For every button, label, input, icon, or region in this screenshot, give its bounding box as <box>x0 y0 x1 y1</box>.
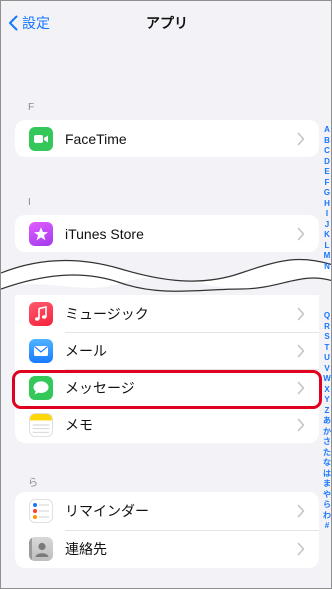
section-header-f: F <box>28 102 35 113</box>
app-row-label: メモ <box>65 416 93 433</box>
app-settings-screen: 設定 アプリ F FaceTime I iTunes Store ミュージック … <box>0 0 332 589</box>
index-letter[interactable]: Q <box>324 311 330 322</box>
section-header-ra: ら <box>28 478 39 489</box>
index-letter[interactable]: た <box>323 448 331 459</box>
index-letter[interactable]: H <box>324 199 330 210</box>
index-letter[interactable]: ま <box>323 479 331 490</box>
index-letter[interactable]: X <box>324 385 329 396</box>
app-row-facetime[interactable]: FaceTime <box>15 120 319 157</box>
index-letter[interactable]: あ <box>323 416 331 427</box>
section-index-bottom[interactable]: Q R S T U V W X Y Z あかさたなはまやらわ # <box>321 311 331 532</box>
app-row-notes[interactable]: メモ <box>15 406 319 443</box>
chevron-right-icon <box>297 307 305 320</box>
contacts-icon <box>29 537 53 561</box>
app-row-reminders[interactable]: リマインダー <box>15 492 319 530</box>
app-row-label: リマインダー <box>65 503 149 519</box>
app-row-label: メール <box>65 342 107 359</box>
app-row-mail[interactable]: メール <box>15 332 319 369</box>
section-index-top[interactable]: ABCDEFGHIJKLMN <box>321 125 331 273</box>
section-card-i: iTunes Store <box>15 215 319 252</box>
index-letter[interactable]: は <box>323 469 331 480</box>
index-letter[interactable]: R <box>324 322 330 333</box>
index-letter[interactable]: S <box>324 332 329 343</box>
index-letter[interactable]: Z <box>325 406 330 417</box>
index-letter[interactable]: U <box>324 353 330 364</box>
index-letter[interactable]: さ <box>323 437 331 448</box>
navigation-bar: 設定 アプリ <box>1 1 331 45</box>
section-header-i: I <box>28 197 32 208</box>
section-card-ra: リマインダー 連絡先 <box>15 492 319 568</box>
chevron-right-icon <box>297 504 305 518</box>
app-row-messages[interactable]: メッセージ <box>15 369 319 406</box>
index-letter[interactable]: ら <box>323 500 331 511</box>
music-icon <box>29 301 53 326</box>
app-row-music[interactable]: ミュージック <box>15 295 319 332</box>
index-letter[interactable]: I <box>326 209 328 220</box>
app-row-itunes-store[interactable]: iTunes Store <box>15 215 319 252</box>
index-letter[interactable]: J <box>325 220 329 231</box>
index-letter[interactable]: G <box>324 188 330 199</box>
app-row-label: 連絡先 <box>65 541 107 557</box>
section-card-m: ミュージック メール メッセージ メモ <box>15 295 319 443</box>
index-letter[interactable]: Y <box>324 395 329 406</box>
notes-icon <box>29 412 53 437</box>
index-letter[interactable]: V <box>324 364 329 375</box>
chevron-right-icon <box>297 227 305 240</box>
messages-icon <box>29 375 53 400</box>
index-letter[interactable]: E <box>324 167 329 178</box>
index-letter[interactable]: W <box>323 374 331 385</box>
chevron-right-icon <box>297 542 305 556</box>
chevron-right-icon <box>297 381 305 394</box>
index-letter[interactable]: な <box>323 458 331 469</box>
page-title: アプリ <box>146 15 188 31</box>
index-letter[interactable]: わ <box>323 511 331 522</box>
chevron-right-icon <box>297 344 305 357</box>
index-letter[interactable]: C <box>324 146 330 157</box>
chevron-right-icon <box>297 132 305 145</box>
index-letter[interactable]: B <box>324 136 330 147</box>
chevron-right-icon <box>297 418 305 431</box>
reminders-icon <box>29 499 53 523</box>
index-letter[interactable]: や <box>323 490 331 501</box>
section-card-f: FaceTime <box>15 120 319 157</box>
mail-icon <box>29 338 53 363</box>
itunes-star-icon <box>29 221 53 246</box>
index-letter[interactable]: K <box>324 230 330 241</box>
index-letter[interactable]: T <box>325 343 330 354</box>
index-letter[interactable]: か <box>323 427 331 438</box>
index-letter[interactable]: F <box>325 178 330 189</box>
facetime-icon <box>29 126 53 151</box>
app-row-label: メッセージ <box>65 379 135 396</box>
index-letter[interactable]: N <box>324 262 330 273</box>
app-row-label: FaceTime <box>65 130 127 147</box>
app-row-label: iTunes Store <box>65 225 144 242</box>
index-letter[interactable]: A <box>324 125 330 136</box>
index-letter[interactable]: L <box>325 241 330 252</box>
index-letter[interactable]: M <box>324 251 331 262</box>
index-letter[interactable]: D <box>324 157 330 168</box>
app-row-contacts[interactable]: 連絡先 <box>15 530 319 568</box>
app-row-label: ミュージック <box>65 305 149 322</box>
index-letter[interactable]: # <box>325 521 329 532</box>
